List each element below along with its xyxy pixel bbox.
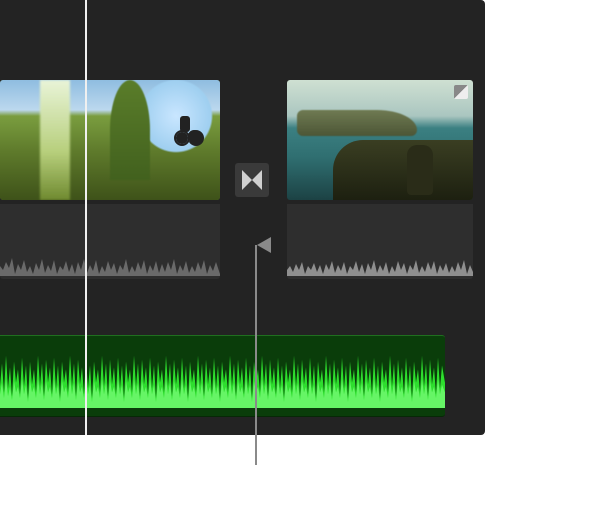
video-clip-1[interactable]	[0, 80, 220, 200]
fade-handle[interactable]	[454, 85, 468, 99]
person-silhouette-icon	[407, 145, 433, 195]
transition-icon	[242, 170, 262, 190]
waveform-icon	[0, 344, 445, 408]
audio-track[interactable]	[0, 335, 445, 417]
callout-arrow-icon	[257, 237, 271, 253]
timeline-panel[interactable]	[0, 0, 485, 435]
clip-thumbnail	[0, 80, 220, 200]
video-clip-2[interactable]	[287, 80, 473, 200]
clip-1-audio[interactable]	[0, 204, 220, 279]
callout-line	[255, 245, 257, 465]
waveform-icon	[0, 248, 220, 276]
waveform-icon	[287, 248, 473, 276]
biker-icon	[172, 116, 202, 146]
clip-thumbnail	[287, 80, 473, 200]
transition-button[interactable]	[235, 163, 269, 197]
clip-2-audio[interactable]	[287, 204, 473, 279]
